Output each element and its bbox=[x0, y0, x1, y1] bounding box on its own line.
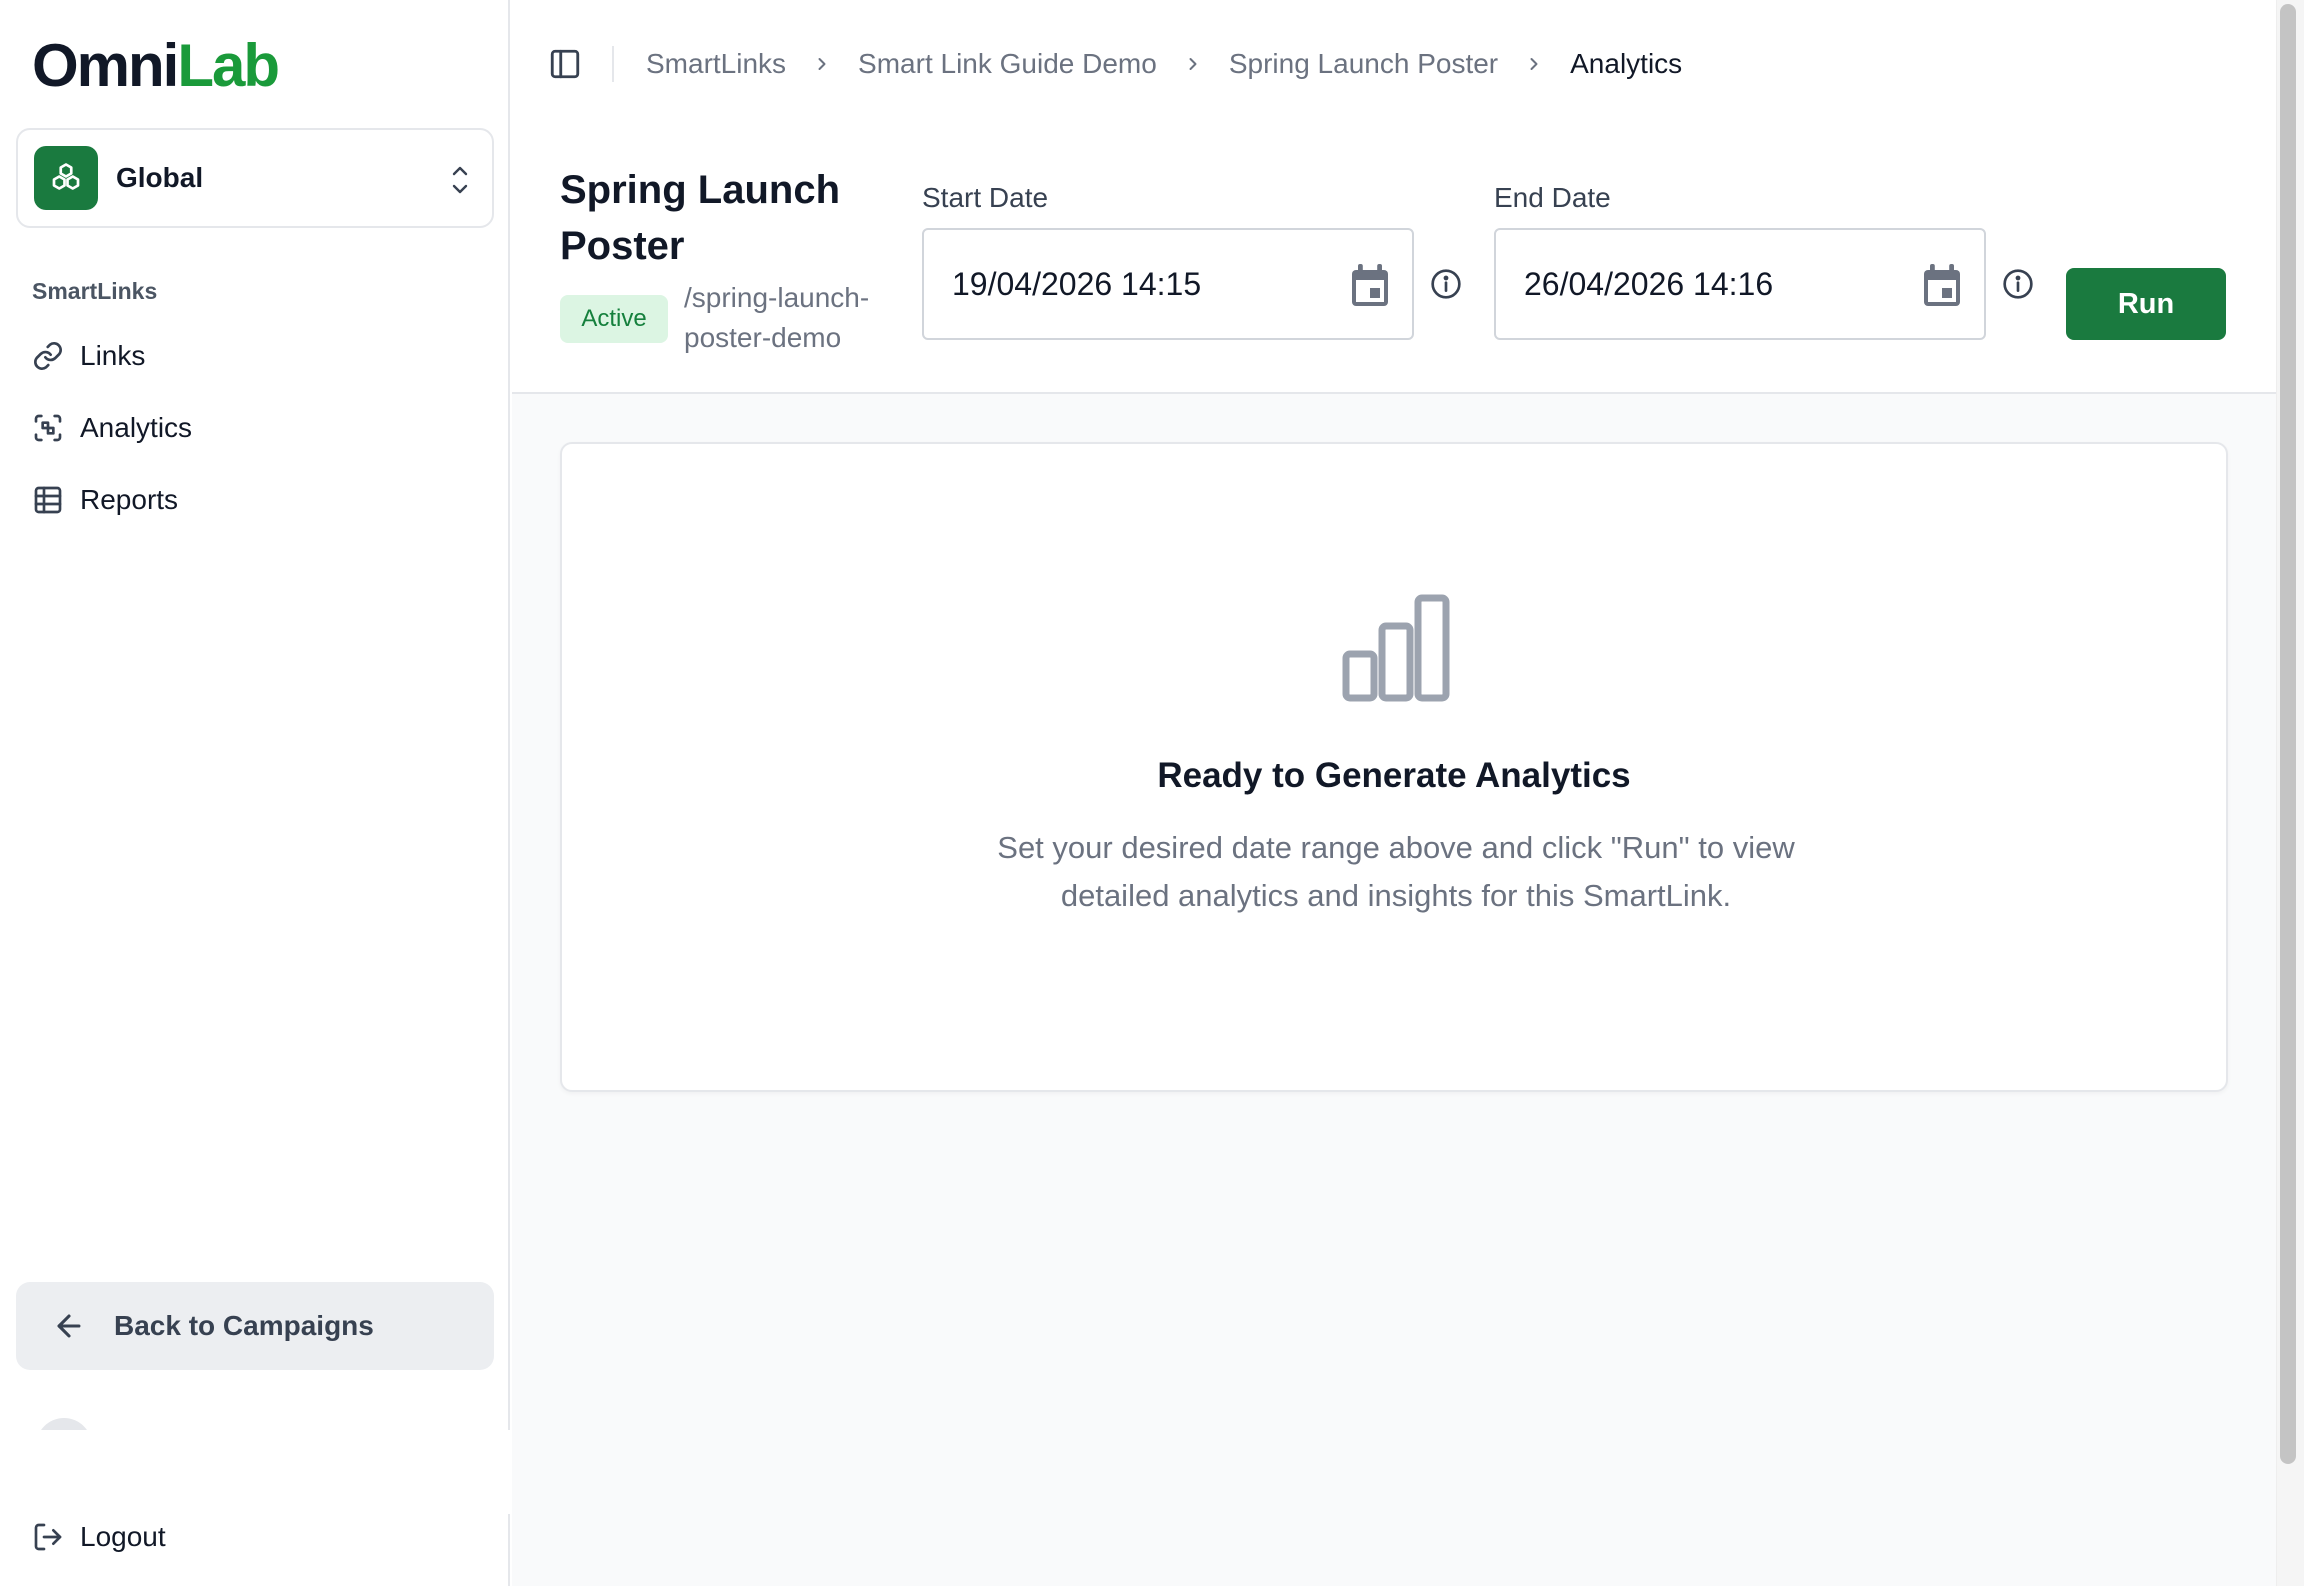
end-date-label: End Date bbox=[1494, 182, 1611, 213]
info-icon[interactable] bbox=[2002, 268, 2034, 300]
start-date-field[interactable]: 19/04/2026 14:15 bbox=[922, 228, 1414, 340]
page-title: Spring Launch Poster bbox=[560, 168, 840, 268]
workspace-label: Global bbox=[116, 162, 204, 193]
scrollbar-track[interactable] bbox=[2276, 0, 2304, 1586]
analytics-content: Ready to Generate Analytics Set your des… bbox=[512, 394, 2276, 1586]
topbar-divider bbox=[612, 46, 614, 82]
logout-label: Logout bbox=[80, 1521, 166, 1552]
logout-button[interactable]: Logout bbox=[32, 1512, 166, 1562]
breadcrumb-smartlink[interactable]: Spring Launch Poster bbox=[1229, 48, 1498, 80]
sidebar-item-analytics[interactable]: Analytics bbox=[32, 403, 192, 453]
logout-icon bbox=[34, 1523, 62, 1551]
sidebar-item-label: Links bbox=[80, 340, 146, 371]
section-label-smartlinks: SmartLinks bbox=[32, 278, 158, 304]
back-to-campaigns-button[interactable]: Back to Campaigns bbox=[16, 1282, 494, 1370]
topbar: SmartLinks Smart Link Guide Demo Spring … bbox=[512, 36, 1682, 92]
calendar-icon[interactable] bbox=[1922, 264, 1962, 308]
sidebar-item-label: Analytics bbox=[80, 412, 193, 443]
breadcrumb-smartlinks[interactable]: SmartLinks bbox=[646, 48, 786, 80]
arrow-left-icon bbox=[57, 1314, 81, 1338]
chevron-right-icon bbox=[1189, 58, 1197, 70]
breadcrumb: SmartLinks Smart Link Guide Demo Spring … bbox=[646, 48, 1682, 80]
chevron-up-down-icon bbox=[452, 166, 468, 194]
chevron-right-icon bbox=[818, 58, 826, 70]
chevron-right-icon bbox=[1530, 58, 1538, 70]
user-panel-overlay bbox=[16, 1430, 520, 1514]
empty-state-title: Ready to Generate Analytics bbox=[1157, 756, 1631, 795]
table-icon bbox=[34, 486, 62, 514]
sidebar: OmniLab Global SmartLinks Links Analytic… bbox=[0, 0, 520, 1586]
bar-chart-icon bbox=[1342, 594, 1450, 702]
calendar-icon[interactable] bbox=[1350, 264, 1390, 308]
sidebar-item-label: Reports bbox=[80, 484, 179, 515]
end-date-field[interactable]: 26/04/2026 14:16 bbox=[1494, 228, 1986, 340]
breadcrumb-current: Analytics bbox=[1570, 48, 1683, 79]
start-date-label: Start Date bbox=[922, 182, 1049, 213]
main-content: SmartLinks Smart Link Guide Demo Spring … bbox=[512, 0, 2276, 1586]
back-to-campaigns-label: Back to Campaigns bbox=[114, 1310, 374, 1341]
run-button[interactable]: Run bbox=[2066, 268, 2226, 340]
sidebar-toggle-icon[interactable] bbox=[548, 47, 582, 81]
workspace-icon bbox=[34, 146, 98, 210]
empty-state-card: Ready to Generate Analytics Set your des… bbox=[560, 442, 2228, 1092]
start-date-value: 19/04/2026 14:15 bbox=[952, 265, 1202, 302]
link-icon bbox=[34, 342, 62, 370]
analytics-header: Spring Launch Poster Active /spring-laun… bbox=[512, 130, 2276, 394]
breadcrumb-campaign[interactable]: Smart Link Guide Demo bbox=[858, 48, 1157, 80]
end-date-value: 26/04/2026 14:16 bbox=[1524, 265, 1774, 302]
status-badge: Active bbox=[560, 295, 668, 343]
empty-state-description: Set your desired date range above and cl… bbox=[997, 830, 1795, 913]
omnilab-logo[interactable]: OmniLab bbox=[32, 30, 280, 102]
sidebar-item-reports[interactable]: Reports bbox=[32, 475, 178, 525]
info-icon[interactable] bbox=[1430, 268, 1462, 300]
workspace-selector[interactable]: Global bbox=[16, 128, 494, 228]
scrollbar-thumb[interactable] bbox=[2280, 4, 2296, 1464]
smartlink-slug: /spring-launch-poster-demo bbox=[684, 282, 870, 353]
scan-icon bbox=[34, 414, 62, 442]
sidebar-item-links[interactable]: Links bbox=[32, 331, 145, 381]
